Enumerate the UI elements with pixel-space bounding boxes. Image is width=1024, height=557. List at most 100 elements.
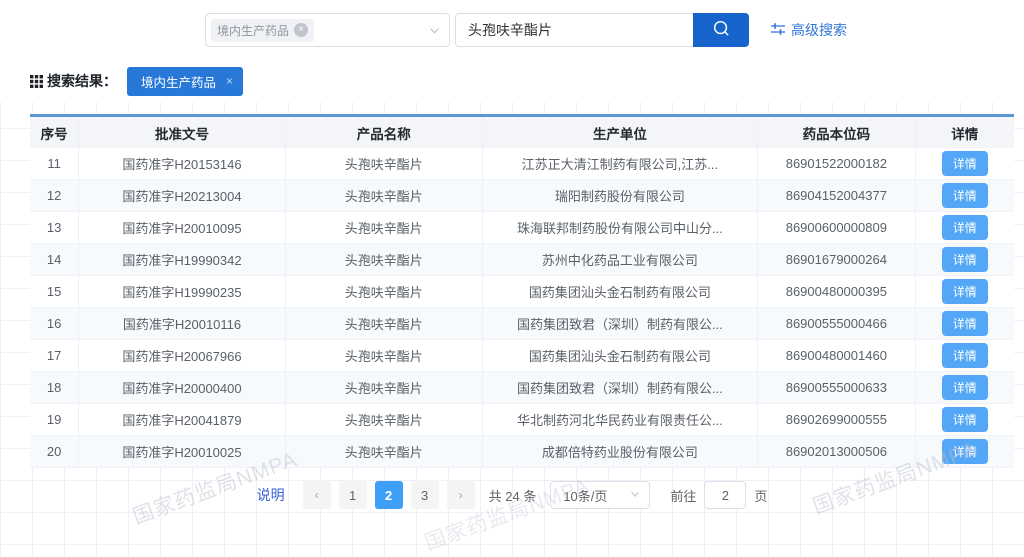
drug-standard-code: 86900555000633 [758, 372, 915, 404]
approval-number: 国药准字H19990235 [79, 276, 286, 308]
approval-number: 国药准字H20213004 [79, 180, 286, 212]
approval-number: 国药准字H20153146 [79, 148, 286, 180]
detail-button[interactable]: 详情 [942, 151, 988, 176]
results-label: 搜索结果： [47, 71, 117, 91]
manufacturer-name: 苏州中化药品工业有限公司 [483, 244, 759, 276]
approval-number: 国药准字H20010095 [79, 212, 286, 244]
product-name: 头孢呋辛酯片 [286, 244, 483, 276]
product-name: 头孢呋辛酯片 [286, 308, 483, 340]
pagination: 说明 ‹ 1 2 3 › 共 24 条 10条/页 前往 2 页 [0, 481, 1024, 509]
detail-button[interactable]: 详情 [942, 183, 988, 208]
drug-standard-code: 86901679000264 [758, 244, 915, 276]
table-row: 18 国药准字H20000400 头孢呋辛酯片 国药集团致君（深圳）制药有限公.… [30, 372, 1014, 404]
column-header-code: 药品本位码 [758, 117, 915, 148]
category-select[interactable]: 境内生产药品 × [205, 13, 450, 47]
row-index: 11 [30, 148, 79, 180]
table-row: 20 国药准字H20010025 头孢呋辛酯片 成都倍特药业股份有限公司 869… [30, 436, 1014, 468]
drug-standard-code: 86904152004377 [758, 180, 915, 212]
sliders-icon [771, 22, 785, 39]
manufacturer-name: 国药集团致君（深圳）制药有限公... [483, 372, 759, 404]
page-size-select[interactable]: 10条/页 [550, 481, 650, 509]
detail-button[interactable]: 详情 [942, 375, 988, 400]
search-input[interactable]: 头孢呋辛酯片 [455, 13, 693, 47]
table-row: 13 国药准字H20010095 头孢呋辛酯片 珠海联邦制药股份有限公司中山分.… [30, 212, 1014, 244]
tag-close-icon[interactable]: × [294, 23, 308, 37]
table-row: 19 国药准字H20041879 头孢呋辛酯片 华北制药河北华民药业有限责任公.… [30, 404, 1014, 436]
product-name: 头孢呋辛酯片 [286, 340, 483, 372]
detail-button[interactable]: 详情 [942, 407, 988, 432]
manufacturer-name: 瑞阳制药股份有限公司 [483, 180, 759, 212]
drug-standard-code: 86900480000395 [758, 276, 915, 308]
detail-button[interactable]: 详情 [942, 343, 988, 368]
product-name: 头孢呋辛酯片 [286, 372, 483, 404]
drug-standard-code: 86901522000182 [758, 148, 915, 180]
search-bar: 境内生产药品 × 头孢呋辛酯片 高级搜索 [0, 0, 1024, 60]
manufacturer-name: 江苏正大清江制药有限公司,江苏... [483, 148, 759, 180]
approval-number: 国药准字H20010025 [79, 436, 286, 468]
detail-button[interactable]: 详情 [942, 439, 988, 464]
manufacturer-name: 国药集团致君（深圳）制药有限公... [483, 308, 759, 340]
category-tag-label: 境内生产药品 [217, 22, 289, 39]
row-index: 20 [30, 436, 79, 468]
advanced-search-label: 高级搜索 [791, 20, 847, 40]
approval-number: 国药准字H19990342 [79, 244, 286, 276]
drug-standard-code: 86902699000555 [758, 404, 915, 436]
drug-standard-code: 86902013000506 [758, 436, 915, 468]
goto-suffix: 页 [754, 486, 767, 505]
page-size-value: 10条/页 [563, 486, 607, 505]
manufacturer-name: 成都倍特药业股份有限公司 [483, 436, 759, 468]
note-link[interactable]: 说明 [257, 485, 285, 505]
grid-icon [30, 75, 43, 88]
row-index: 17 [30, 340, 79, 372]
filter-tag-label: 境内生产药品 [141, 72, 216, 91]
detail-button[interactable]: 详情 [942, 247, 988, 272]
prev-page-icon[interactable]: ‹ [303, 481, 331, 509]
table-row: 12 国药准字H20213004 头孢呋辛酯片 瑞阳制药股份有限公司 86904… [30, 180, 1014, 212]
search-icon [712, 19, 731, 41]
approval-number: 国药准字H20010116 [79, 308, 286, 340]
drug-standard-code: 86900555000466 [758, 308, 915, 340]
manufacturer-name: 国药集团汕头金石制药有限公司 [483, 340, 759, 372]
search-button[interactable] [693, 13, 749, 47]
row-index: 19 [30, 404, 79, 436]
row-index: 16 [30, 308, 79, 340]
manufacturer-name: 华北制药河北华民药业有限责任公... [483, 404, 759, 436]
results-label-wrap: 搜索结果： [30, 71, 117, 91]
column-header-no: 序号 [30, 117, 79, 148]
column-header-manufacturer: 生产单位 [483, 117, 759, 148]
product-name: 头孢呋辛酯片 [286, 404, 483, 436]
table-row: 17 国药准字H20067966 头孢呋辛酯片 国药集团汕头金石制药有限公司 8… [30, 340, 1014, 372]
product-name: 头孢呋辛酯片 [286, 148, 483, 180]
table-header: 序号 批准文号 产品名称 生产单位 药品本位码 详情 [30, 117, 1014, 148]
detail-button[interactable]: 详情 [942, 311, 988, 336]
filter-tag-close-icon[interactable]: × [226, 74, 233, 88]
row-index: 18 [30, 372, 79, 404]
category-tag: 境内生产药品 × [211, 19, 314, 42]
drug-standard-code: 86900480001460 [758, 340, 915, 372]
results-bar: 搜索结果： 境内生产药品 × [0, 60, 1024, 102]
manufacturer-name: 珠海联邦制药股份有限公司中山分... [483, 212, 759, 244]
chevron-down-icon [629, 488, 641, 503]
page-button-3[interactable]: 3 [411, 481, 439, 509]
product-name: 头孢呋辛酯片 [286, 180, 483, 212]
column-header-detail: 详情 [916, 117, 1014, 148]
row-index: 13 [30, 212, 79, 244]
page-button-1[interactable]: 1 [339, 481, 367, 509]
goto-page-input[interactable]: 2 [704, 481, 746, 509]
detail-button[interactable]: 详情 [942, 279, 988, 304]
advanced-search-link[interactable]: 高级搜索 [771, 20, 847, 40]
row-index: 12 [30, 180, 79, 212]
next-page-icon[interactable]: › [447, 481, 475, 509]
page-button-2-active[interactable]: 2 [375, 481, 403, 509]
approval-number: 国药准字H20067966 [79, 340, 286, 372]
manufacturer-name: 国药集团汕头金石制药有限公司 [483, 276, 759, 308]
table-body: 11 国药准字H20153146 头孢呋辛酯片 江苏正大清江制药有限公司,江苏.… [30, 148, 1014, 468]
results-table: 序号 批准文号 产品名称 生产单位 药品本位码 详情 11 国药准字H20153… [30, 114, 1014, 468]
detail-button[interactable]: 详情 [942, 215, 988, 240]
filter-tag[interactable]: 境内生产药品 × [127, 67, 243, 96]
product-name: 头孢呋辛酯片 [286, 212, 483, 244]
total-count: 共 24 条 [489, 486, 537, 505]
approval-number: 国药准字H20041879 [79, 404, 286, 436]
row-index: 14 [30, 244, 79, 276]
row-index: 15 [30, 276, 79, 308]
